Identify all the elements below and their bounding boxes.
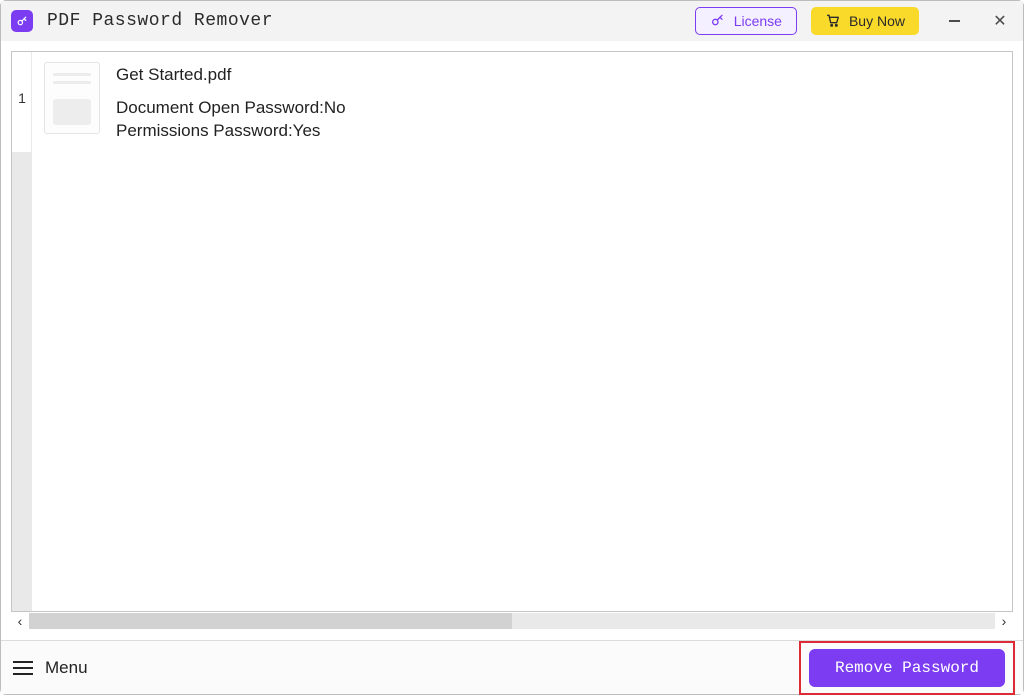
titlebar: PDF Password Remover License Buy Now ✕ (1, 1, 1023, 41)
buy-now-button[interactable]: Buy Now (811, 7, 919, 35)
row-number: 1 (12, 90, 32, 106)
footer: Menu Remove Password (1, 640, 1023, 694)
close-button[interactable]: ✕ (977, 1, 1023, 41)
license-label: License (734, 13, 782, 29)
file-row[interactable]: Get Started.pdf Document Open Password:N… (32, 52, 1012, 153)
app-window: PDF Password Remover License Buy Now ✕ (0, 0, 1024, 695)
permissions-password-line: Permissions Password:Yes (116, 120, 346, 143)
remove-password-highlight: Remove Password (799, 641, 1015, 695)
file-meta: Get Started.pdf Document Open Password:N… (116, 62, 346, 143)
minimize-button[interactable] (931, 1, 977, 41)
minimize-icon (949, 20, 960, 22)
license-button[interactable]: License (695, 7, 797, 35)
content-area: 1 Get Started.pdf Document Open Password… (1, 41, 1023, 640)
row-gutter: 1 (12, 52, 32, 611)
app-title: PDF Password Remover (47, 11, 273, 31)
remove-password-button[interactable]: Remove Password (809, 649, 1005, 687)
scroll-track[interactable] (29, 613, 995, 629)
scroll-right-arrow-icon[interactable]: › (995, 612, 1013, 630)
file-list-body: Get Started.pdf Document Open Password:N… (32, 52, 1012, 611)
app-logo-icon (11, 10, 33, 32)
menu-label: Menu (45, 658, 88, 678)
file-name: Get Started.pdf (116, 64, 346, 87)
open-password-line: Document Open Password:No (116, 97, 346, 120)
scroll-left-arrow-icon[interactable]: ‹ (11, 612, 29, 630)
pdf-thumbnail-icon (44, 62, 100, 134)
key-icon (710, 12, 726, 31)
scroll-thumb[interactable] (29, 613, 512, 629)
shopping-cart-icon (825, 12, 841, 31)
horizontal-scrollbar[interactable]: ‹ › (11, 612, 1013, 630)
close-icon: ✕ (993, 11, 1006, 31)
buy-now-label: Buy Now (849, 13, 905, 29)
file-list: 1 Get Started.pdf Document Open Password… (11, 51, 1013, 612)
menu-button[interactable]: Menu (13, 658, 88, 678)
hamburger-icon (13, 661, 33, 675)
